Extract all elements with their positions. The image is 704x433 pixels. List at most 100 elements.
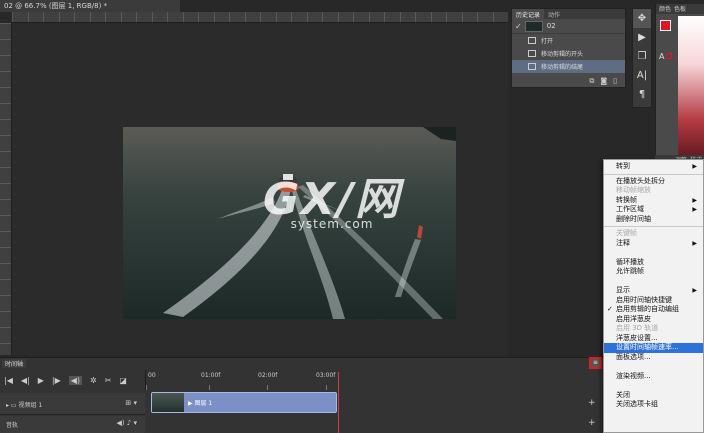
menu-item[interactable]: 转换帧 ▶ [604, 196, 703, 206]
add-media-icon[interactable]: + [588, 398, 596, 408]
menu-item[interactable]: ✓ 启用剪辑的自动编组 [604, 305, 703, 315]
menu-item[interactable]: 关闭选项卡组 [604, 400, 703, 410]
text-tool-icon[interactable]: A| [633, 66, 651, 85]
film-strip-icon: ▸ ▭ [6, 402, 17, 409]
move-tool-icon[interactable]: ✥ [633, 9, 651, 28]
history-item[interactable]: 移动剪辑的开头 [512, 47, 625, 60]
trash-icon[interactable]: ▯ [613, 77, 617, 87]
transition-icon[interactable]: ◪ [119, 376, 127, 385]
history-snapshot[interactable]: ✓ 02 [512, 19, 625, 34]
menu-spacer [604, 277, 703, 287]
menu-separator [604, 226, 703, 227]
menu-item[interactable]: 关闭 [604, 391, 703, 401]
ruler-left [0, 23, 12, 355]
menu-item-label: 允许跳帧 [616, 267, 644, 275]
playhead[interactable] [338, 372, 339, 433]
color-spectrum[interactable] [678, 16, 704, 176]
audio-track-name: 音轨 [6, 422, 19, 429]
menu-item[interactable]: 允许跳帧 [604, 267, 703, 277]
menu-item-highlighted[interactable]: 设置时间轴帧速率... [604, 343, 703, 353]
history-panel: 历史记录 动作 ✓ 02 打开 移动剪辑的开头 移动剪辑的结尾 ⧉ ◙ ▯ [511, 8, 626, 88]
layers-icon[interactable]: ❐ [633, 47, 651, 66]
menu-item-label: 面板选项... [616, 352, 651, 361]
color-panel-tabs: 颜色 色板 [656, 4, 704, 14]
submenu-arrow-icon: ▶ [692, 163, 697, 170]
previous-frame-icon[interactable]: ◀| [21, 376, 30, 385]
menu-item-label: 启用 3D 轨道 [616, 324, 659, 332]
ruler-tick [306, 12, 323, 22]
menu-item[interactable]: 注释 ▶ [604, 239, 703, 249]
timeline-tick: 03:00f [316, 372, 336, 379]
history-item-selected[interactable]: 移动剪辑的结尾 [512, 60, 625, 73]
timeline-tab[interactable]: 时间轴 [2, 359, 27, 368]
history-tabs: 历史记录 动作 [512, 9, 625, 19]
tick-line [146, 385, 147, 390]
menu-item[interactable]: 洋葱皮设置... [604, 334, 703, 344]
document-tab[interactable]: 02 @ 66.7% (图层 1, RGB/8) * [0, 0, 180, 12]
ruler-tick [105, 12, 121, 22]
menu-item[interactable]: 删除时间轴 [604, 215, 703, 225]
menu-item: 启用 3D 轨道 [604, 324, 703, 334]
video-clip[interactable]: ▶ 图层 1 [151, 392, 337, 413]
menu-item[interactable]: 显示 ▶ [604, 286, 703, 296]
menu-spacer [604, 248, 703, 258]
timeline-context-menu: 转到 ▶ 在播放头处拆分 移动帧缩放转换帧 ▶ 工作区域 ▶ 删除时间轴关键帧注释 ▶ 循环播放允… [603, 159, 704, 433]
ruler-tick [461, 12, 478, 22]
menu-item[interactable]: 启用洋葱皮 [604, 315, 703, 325]
tab-actions[interactable]: 动作 [544, 9, 564, 19]
tab-color[interactable]: 颜色 [659, 4, 671, 14]
menu-separator [604, 173, 703, 175]
next-frame-icon[interactable]: |▶ [52, 376, 61, 385]
camera-icon[interactable]: ◙ [600, 77, 607, 87]
menu-item-label: 在播放头处拆分 [616, 176, 665, 185]
tab-history[interactable]: 历史记录 [512, 9, 545, 19]
ruler-tick [368, 12, 385, 22]
add-audio-icon[interactable]: + [588, 418, 596, 428]
menu-item[interactable]: 渲染视频... [604, 372, 703, 382]
track-menu-icon[interactable]: ⊞ ▾ [125, 399, 137, 407]
scissors-icon[interactable]: ✂ [105, 376, 112, 385]
ruler-tick [492, 12, 509, 22]
foreground-color-swatch[interactable] [660, 20, 671, 31]
timeline-menu-icon[interactable]: ≡ [589, 357, 602, 369]
audio-icon[interactable]: ◀) [68, 375, 83, 385]
history-item[interactable]: 打开 [512, 34, 625, 47]
checkmark-icon: ✓ [607, 305, 613, 313]
snapshot-label: 02 [546, 22, 556, 30]
menu-item[interactable]: 循环播放 [604, 258, 703, 268]
tick-line [267, 385, 268, 390]
ruler-tick [198, 12, 214, 22]
ruler-tick [43, 12, 59, 22]
timeline-ruler[interactable]: 00 01:00f 02:00f 03:00f [145, 370, 585, 390]
tab-swatches[interactable]: 色板 [674, 4, 686, 14]
menu-item[interactable]: 面板选项... [604, 353, 703, 363]
film-icon [528, 63, 536, 70]
new-document-icon[interactable]: ⧉ [589, 77, 594, 87]
music-note-icon[interactable]: ◀) ♪ ▾ [116, 419, 137, 427]
go-to-first-frame-icon[interactable]: |◀ [4, 376, 13, 385]
ruler-tick [415, 12, 431, 22]
audio-track-header[interactable]: 音轨 ◀) ♪ ▾ [0, 416, 145, 433]
menu-item[interactable]: 在播放头处拆分 [604, 177, 703, 187]
ruler-tick [89, 12, 106, 22]
menu-item[interactable]: 转到 ▶ [604, 162, 703, 172]
settings-gear-icon[interactable]: ✲ [90, 376, 97, 385]
history-item-label: 移动剪辑的开头 [541, 51, 584, 58]
play-button-icon[interactable]: ▶ [38, 376, 44, 385]
menu-item-label: 关键帧 [616, 229, 637, 237]
submenu-arrow-icon: ▶ [692, 196, 697, 204]
ruler-top [12, 12, 508, 23]
paragraph-icon[interactable]: ¶ [633, 85, 651, 104]
ruler-tick [399, 12, 416, 22]
tick-line [209, 385, 210, 390]
menu-spacer [604, 362, 703, 372]
play-icon[interactable]: ▶ [633, 28, 651, 47]
menu-item-label: 移动帧缩放 [616, 186, 651, 194]
history-item-label: 移动剪辑的结尾 [541, 64, 584, 71]
timeline-tick: 02:00f [258, 372, 278, 379]
video-track-header[interactable]: ▸ ▭ 视频组 1 ⊞ ▾ [0, 393, 145, 415]
film-icon [528, 50, 536, 57]
menu-item-label: 设置时间轴帧速率... [616, 343, 679, 351]
menu-item[interactable]: 工作区域 ▶ [604, 205, 703, 215]
menu-item[interactable]: 启用时间轴快捷键 [604, 296, 703, 306]
